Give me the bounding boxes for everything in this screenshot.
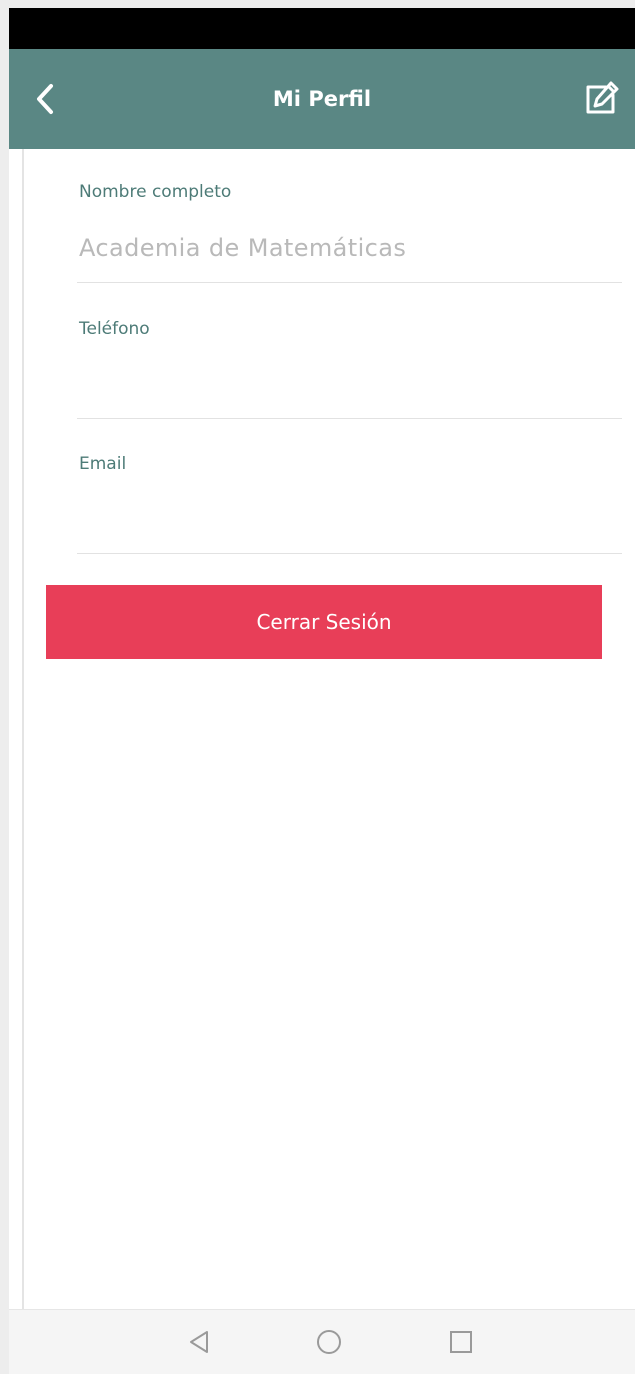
phone-label: Teléfono [79, 319, 150, 339]
nav-back-button[interactable] [177, 1320, 221, 1364]
full-name-field[interactable]: Nombre completo Academia de Matemáticas [77, 169, 622, 284]
page-title: Mi Perfil [272, 87, 372, 111]
profile-form: Nombre completo Academia de Matemáticas … [22, 149, 635, 1309]
email-label: Email [79, 454, 127, 474]
edit-button[interactable] [577, 75, 625, 123]
circle-home-icon [317, 1330, 341, 1354]
phone-underline [77, 418, 622, 419]
full-name-underline [77, 282, 622, 283]
nav-home-button[interactable] [307, 1320, 351, 1364]
nav-recents-button[interactable] [439, 1320, 483, 1364]
square-recents-icon [450, 1331, 472, 1353]
app-bar: Mi Perfil [9, 49, 635, 149]
phone-field[interactable]: Teléfono [77, 306, 622, 421]
email-underline [77, 553, 622, 554]
edit-icon [586, 81, 619, 114]
chevron-left-icon [37, 84, 53, 114]
status-bar [9, 8, 635, 49]
phone-screen: Mi Perfil Nombre completo Academia de Ma… [9, 8, 635, 1374]
email-field[interactable]: Email [77, 441, 622, 556]
full-name-value: Academia de Matemáticas [79, 234, 407, 262]
back-button[interactable] [23, 77, 67, 121]
system-nav-bar [9, 1309, 635, 1374]
logout-button[interactable]: Cerrar Sesión [46, 585, 602, 659]
triangle-back-icon [190, 1331, 208, 1353]
full-name-label: Nombre completo [79, 182, 232, 202]
